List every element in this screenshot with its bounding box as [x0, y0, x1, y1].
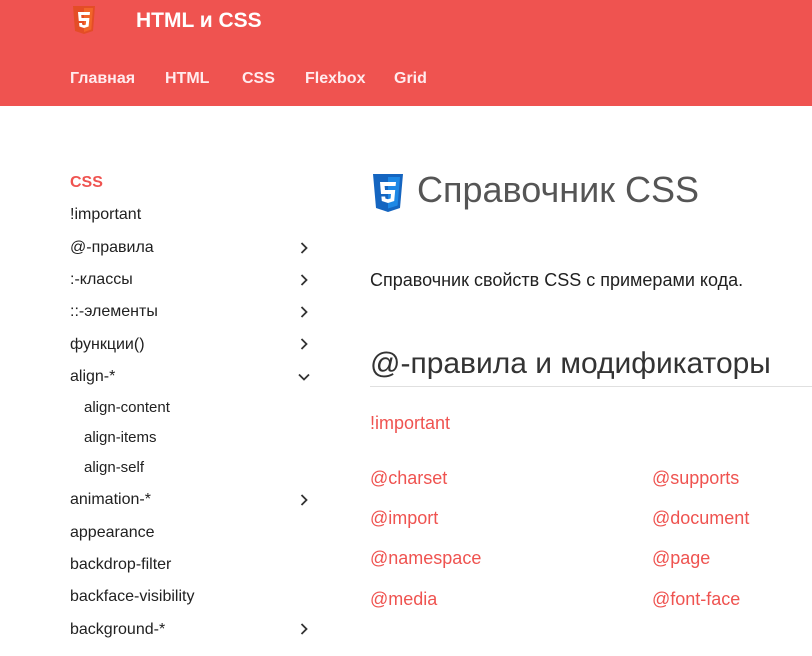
sidebar-item-align[interactable]: align-*: [70, 366, 320, 390]
sidebar-item-at-rules[interactable]: @-правила: [70, 237, 320, 261]
sidebar-item-pseudo-elements[interactable]: ::-элементы: [70, 301, 320, 325]
link-namespace[interactable]: @namespace: [370, 546, 481, 570]
chevron-right-icon[interactable]: [296, 492, 312, 508]
link-charset[interactable]: @charset: [370, 466, 447, 490]
site-title[interactable]: HTML и CSS: [136, 8, 262, 34]
link-media[interactable]: @media: [370, 587, 437, 611]
css3-icon: [373, 174, 403, 212]
chevron-right-icon[interactable]: [296, 240, 312, 256]
section-divider: [370, 386, 812, 387]
link-page[interactable]: @page: [652, 546, 710, 570]
link-important[interactable]: !important: [370, 411, 450, 435]
sidebar-subitem-align-self[interactable]: align-self: [84, 458, 144, 478]
chevron-right-icon[interactable]: [296, 621, 312, 637]
top-header: HTML и CSS Главная HTML CSS Flexbox Grid: [0, 0, 812, 106]
section-title: @-правила и модификаторы: [370, 347, 771, 380]
link-supports[interactable]: @supports: [652, 466, 739, 490]
link-font-face[interactable]: @font-face: [652, 587, 740, 611]
html5-icon[interactable]: [71, 5, 97, 35]
sidebar-item-css[interactable]: CSS: [70, 172, 320, 196]
link-document[interactable]: @document: [652, 506, 749, 530]
chevron-right-icon[interactable]: [296, 304, 312, 320]
sidebar-item-backdrop-filter[interactable]: backdrop-filter: [70, 554, 320, 578]
chevron-right-icon[interactable]: [296, 336, 312, 352]
sidebar-item-pseudo-classes[interactable]: :-классы: [70, 269, 320, 293]
sidebar-subitem-align-content[interactable]: align-content: [84, 398, 170, 418]
page-title: Справочник CSS: [417, 169, 700, 210]
sidebar-item-functions[interactable]: функции(): [70, 334, 320, 358]
nav-css[interactable]: CSS: [242, 69, 275, 89]
nav-flexbox[interactable]: Flexbox: [305, 69, 365, 89]
chevron-right-icon[interactable]: [296, 272, 312, 288]
sidebar-item-backface-visibility[interactable]: backface-visibility: [70, 586, 320, 610]
nav-home[interactable]: Главная: [70, 69, 135, 89]
sidebar: CSS !important @-правила :-классы ::-эле…: [0, 106, 340, 656]
sidebar-subitem-align-items[interactable]: align-items: [84, 428, 157, 448]
nav-grid[interactable]: Grid: [394, 69, 427, 89]
sidebar-item-important[interactable]: !important: [70, 204, 320, 228]
sidebar-item-animation[interactable]: animation-*: [70, 489, 320, 513]
chevron-down-icon[interactable]: [296, 369, 312, 385]
link-import[interactable]: @import: [370, 506, 438, 530]
nav-html[interactable]: HTML: [165, 69, 209, 89]
sidebar-item-background[interactable]: background-*: [70, 619, 320, 643]
sidebar-item-appearance[interactable]: appearance: [70, 522, 320, 546]
page-lead: Справочник свойств CSS с примерами кода.: [370, 270, 744, 290]
